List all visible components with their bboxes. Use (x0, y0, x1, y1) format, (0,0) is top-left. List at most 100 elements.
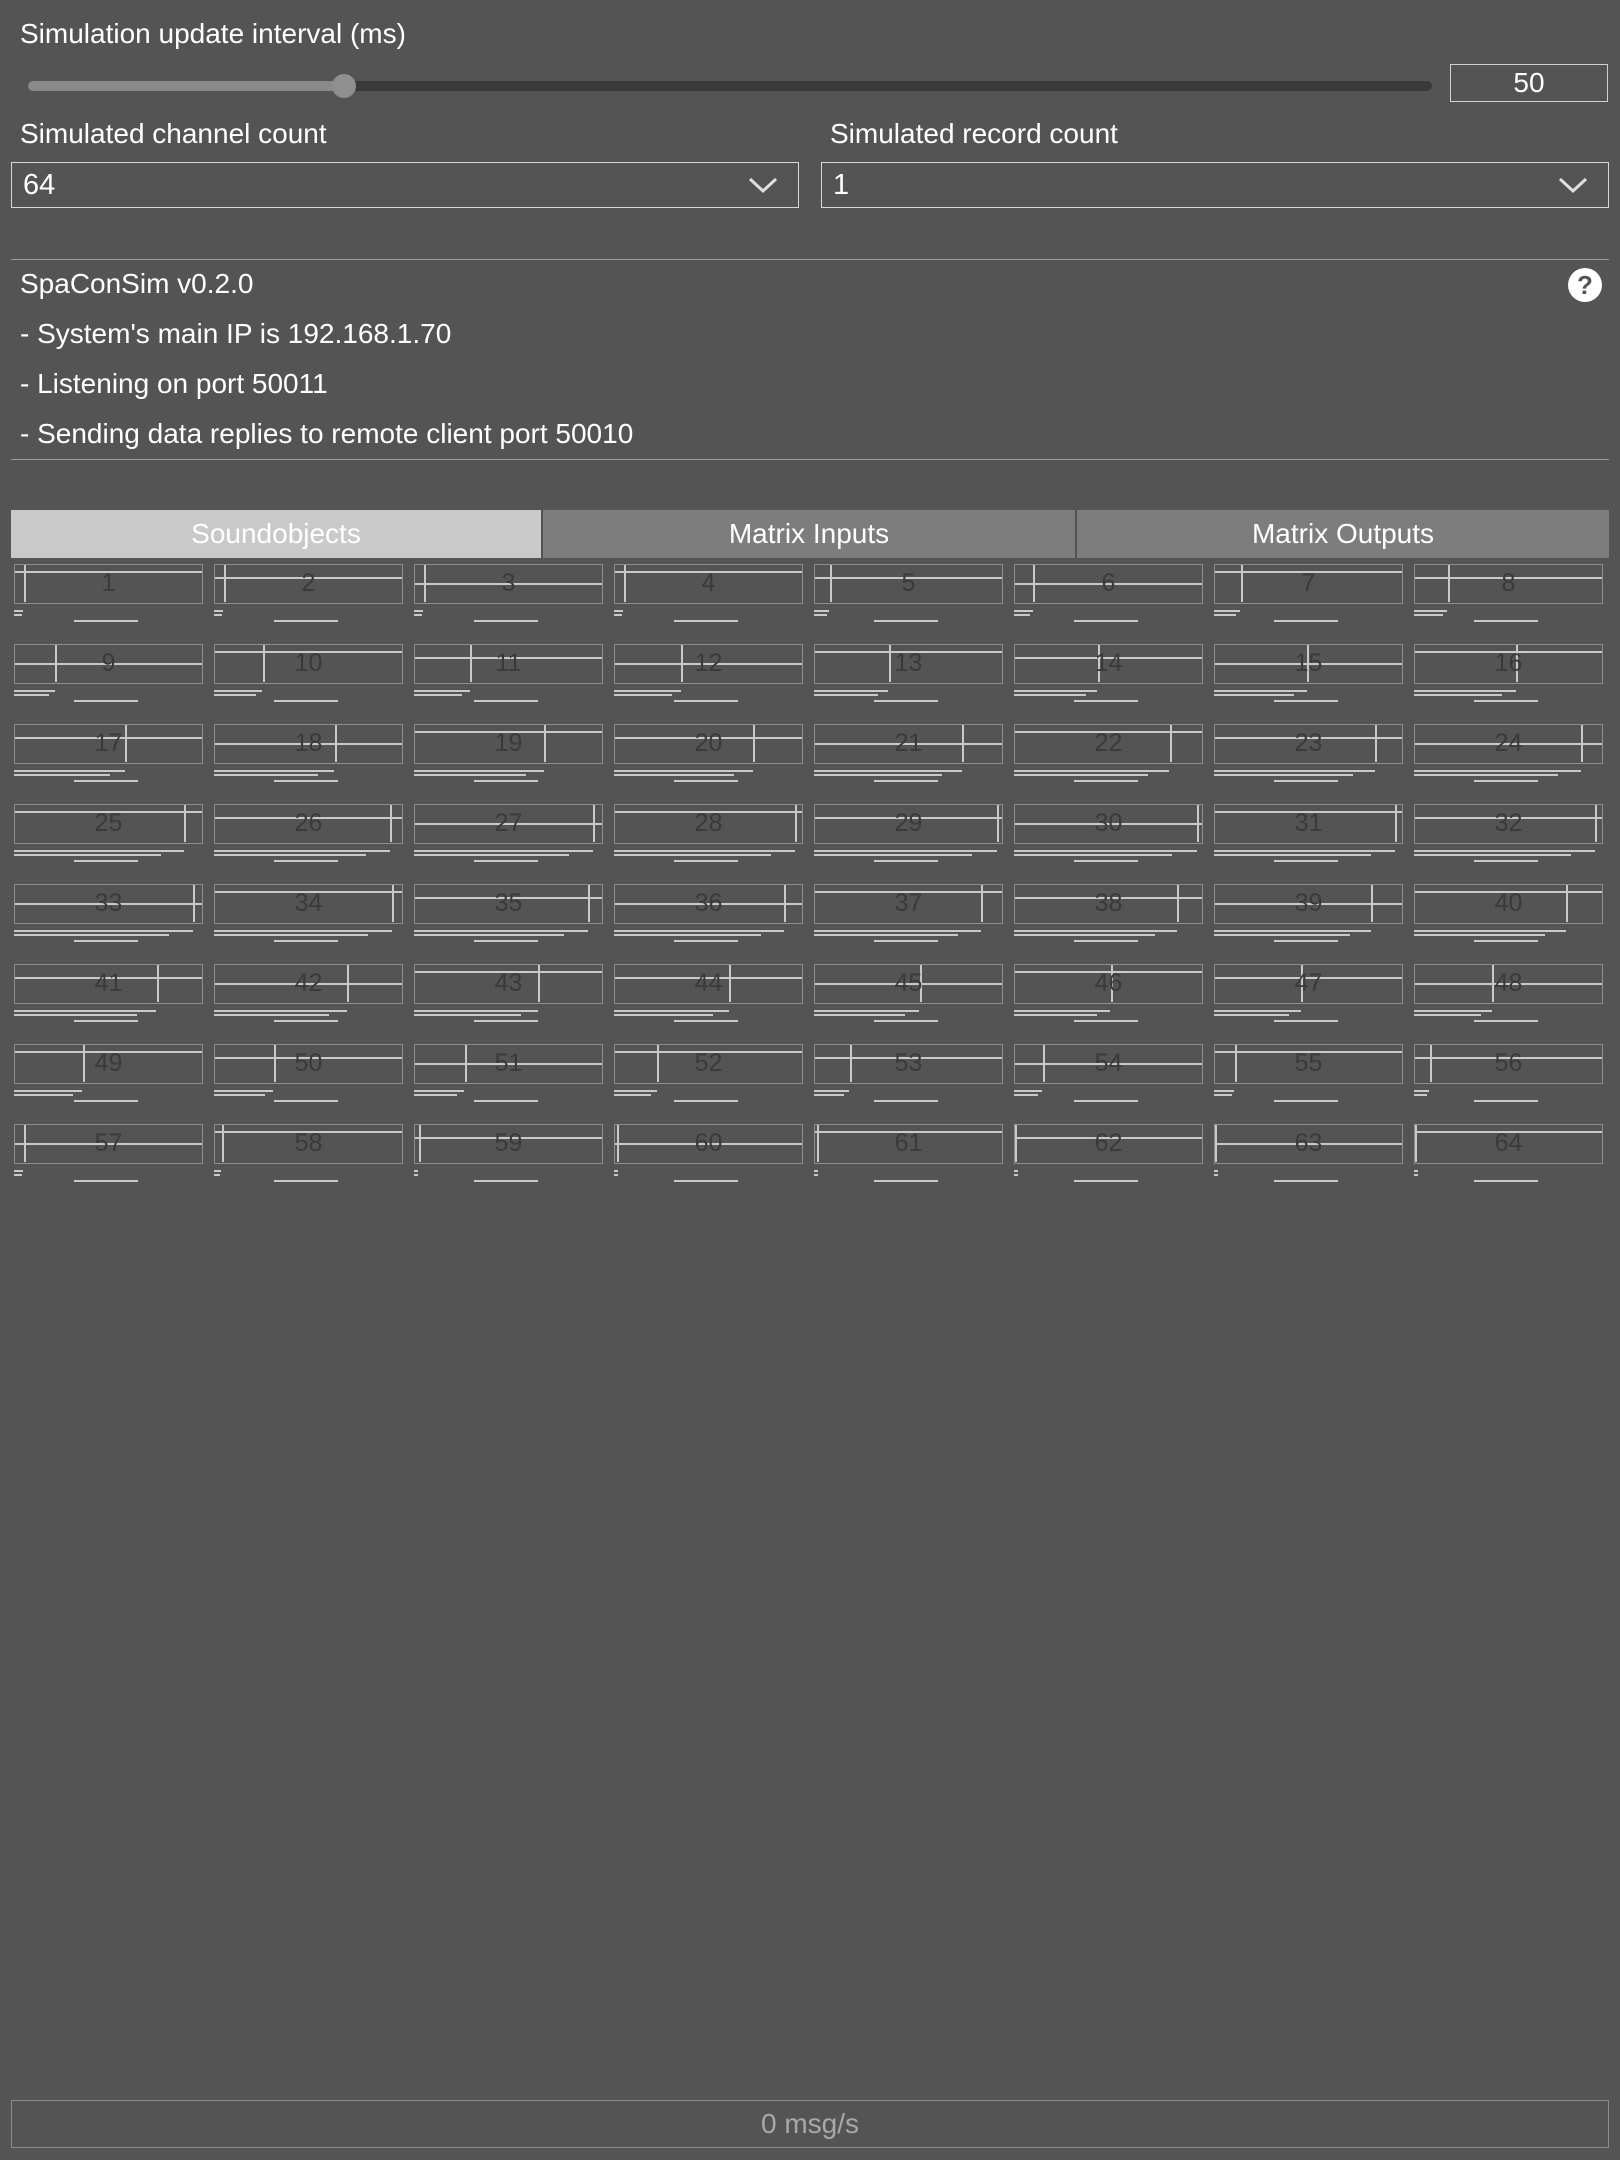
record-count-combobox[interactable]: 1 (821, 162, 1609, 208)
channel-cell[interactable]: 10 (211, 642, 405, 704)
channel-level-bar (1074, 940, 1138, 942)
channel-cell[interactable]: 40 (1411, 882, 1605, 944)
channel-level-bar (214, 614, 222, 616)
channel-cell[interactable]: 22 (1011, 722, 1205, 784)
channel-cell[interactable]: 33 (11, 882, 205, 944)
channel-level-bar (1074, 1020, 1138, 1022)
channel-cell[interactable]: 63 (1211, 1122, 1405, 1184)
channel-cell[interactable]: 62 (1011, 1122, 1205, 1184)
channel-cell[interactable]: 37 (811, 882, 1005, 944)
channel-position-box: 47 (1214, 964, 1403, 1004)
channel-cell[interactable]: 27 (411, 802, 605, 864)
channel-level-bar (14, 610, 23, 612)
tab-matrix-outputs[interactable]: Matrix Outputs (1077, 510, 1609, 558)
tab-soundobjects[interactable]: Soundobjects (11, 510, 541, 558)
channel-cell[interactable]: 15 (1211, 642, 1405, 704)
channel-level-bar (1414, 774, 1558, 776)
channel-cell[interactable]: 55 (1211, 1042, 1405, 1104)
channel-cell[interactable]: 61 (811, 1122, 1005, 1184)
channel-level-bar (1414, 770, 1581, 772)
channel-level-bar (414, 854, 569, 856)
channel-position-box: 1 (14, 564, 203, 604)
channel-level-bar (1414, 1094, 1427, 1096)
channel-cell[interactable]: 45 (811, 962, 1005, 1024)
tab-matrix-inputs[interactable]: Matrix Inputs (543, 510, 1075, 558)
channel-cell[interactable]: 17 (11, 722, 205, 784)
channel-cell[interactable]: 31 (1211, 802, 1405, 864)
channel-cell[interactable]: 49 (11, 1042, 205, 1104)
channel-count-value: 64 (23, 169, 56, 201)
channel-cell[interactable]: 56 (1411, 1042, 1605, 1104)
channel-cell[interactable]: 7 (1211, 562, 1405, 624)
channel-cell[interactable]: 12 (611, 642, 805, 704)
channel-cell[interactable]: 20 (611, 722, 805, 784)
channel-cell[interactable]: 34 (211, 882, 405, 944)
channel-level-bar (1474, 1020, 1538, 1022)
channel-position-box: 25 (14, 804, 203, 844)
channel-cell[interactable]: 4 (611, 562, 805, 624)
channel-level-bar (674, 620, 738, 622)
channel-cell[interactable]: 8 (1411, 562, 1605, 624)
channel-cell[interactable]: 43 (411, 962, 605, 1024)
channel-cell[interactable]: 30 (1011, 802, 1205, 864)
channel-position-box: 35 (414, 884, 603, 924)
channel-cell[interactable]: 35 (411, 882, 605, 944)
channel-cell[interactable]: 59 (411, 1122, 605, 1184)
channel-cell[interactable]: 24 (1411, 722, 1605, 784)
channel-number: 60 (694, 1129, 723, 1157)
channel-number: 37 (894, 889, 923, 917)
channel-level-bar (1014, 850, 1197, 852)
channel-cell[interactable]: 52 (611, 1042, 805, 1104)
channel-level-bar (1014, 614, 1030, 616)
interval-label: Simulation update interval (ms) (20, 18, 406, 49)
channel-cell[interactable]: 47 (1211, 962, 1405, 1024)
channel-cell[interactable]: 53 (811, 1042, 1005, 1104)
help-icon[interactable]: ? (1568, 268, 1602, 302)
channel-level-bar (1074, 700, 1138, 702)
channel-cell[interactable]: 39 (1211, 882, 1405, 944)
channel-cell[interactable]: 57 (11, 1122, 205, 1184)
interval-slider[interactable] (28, 72, 1432, 100)
channel-cell[interactable]: 18 (211, 722, 405, 784)
channel-cell[interactable]: 60 (611, 1122, 805, 1184)
channel-level-bar (614, 614, 622, 616)
channel-cell[interactable]: 25 (11, 802, 205, 864)
channel-cell[interactable]: 6 (1011, 562, 1205, 624)
channel-cell[interactable]: 32 (1411, 802, 1605, 864)
channel-cell[interactable]: 14 (1011, 642, 1205, 704)
channel-cell[interactable]: 16 (1411, 642, 1605, 704)
channel-level-bar (1214, 1010, 1301, 1012)
channel-cell[interactable]: 64 (1411, 1122, 1605, 1184)
info-bottom-divider (11, 459, 1609, 460)
channel-cell[interactable]: 36 (611, 882, 805, 944)
channel-cell[interactable]: 5 (811, 562, 1005, 624)
channel-cell[interactable]: 21 (811, 722, 1005, 784)
channel-cell[interactable]: 11 (411, 642, 605, 704)
interval-value-field[interactable]: 50 (1450, 64, 1608, 102)
channel-cell[interactable]: 1 (11, 562, 205, 624)
channel-cell[interactable]: 38 (1011, 882, 1205, 944)
channel-cell[interactable]: 51 (411, 1042, 605, 1104)
channel-cell[interactable]: 3 (411, 562, 605, 624)
channel-cell[interactable]: 28 (611, 802, 805, 864)
channel-cell[interactable]: 19 (411, 722, 605, 784)
channel-cell[interactable]: 48 (1411, 962, 1605, 1024)
channel-cell[interactable]: 54 (1011, 1042, 1205, 1104)
channel-cell[interactable]: 42 (211, 962, 405, 1024)
slider-thumb[interactable] (331, 74, 356, 98)
channel-level-bar (274, 940, 338, 942)
channel-cell[interactable]: 13 (811, 642, 1005, 704)
channel-cell[interactable]: 23 (1211, 722, 1405, 784)
channel-cell[interactable]: 44 (611, 962, 805, 1024)
channel-cell[interactable]: 9 (11, 642, 205, 704)
channel-cell[interactable]: 46 (1011, 962, 1205, 1024)
channel-cell[interactable]: 26 (211, 802, 405, 864)
channel-count-combobox[interactable]: 64 (11, 162, 799, 208)
channel-cell[interactable]: 58 (211, 1122, 405, 1184)
channel-level-bar (614, 1174, 618, 1176)
channel-cell[interactable]: 29 (811, 802, 1005, 864)
channel-position-box: 9 (14, 644, 203, 684)
channel-cell[interactable]: 2 (211, 562, 405, 624)
channel-cell[interactable]: 50 (211, 1042, 405, 1104)
channel-cell[interactable]: 41 (11, 962, 205, 1024)
